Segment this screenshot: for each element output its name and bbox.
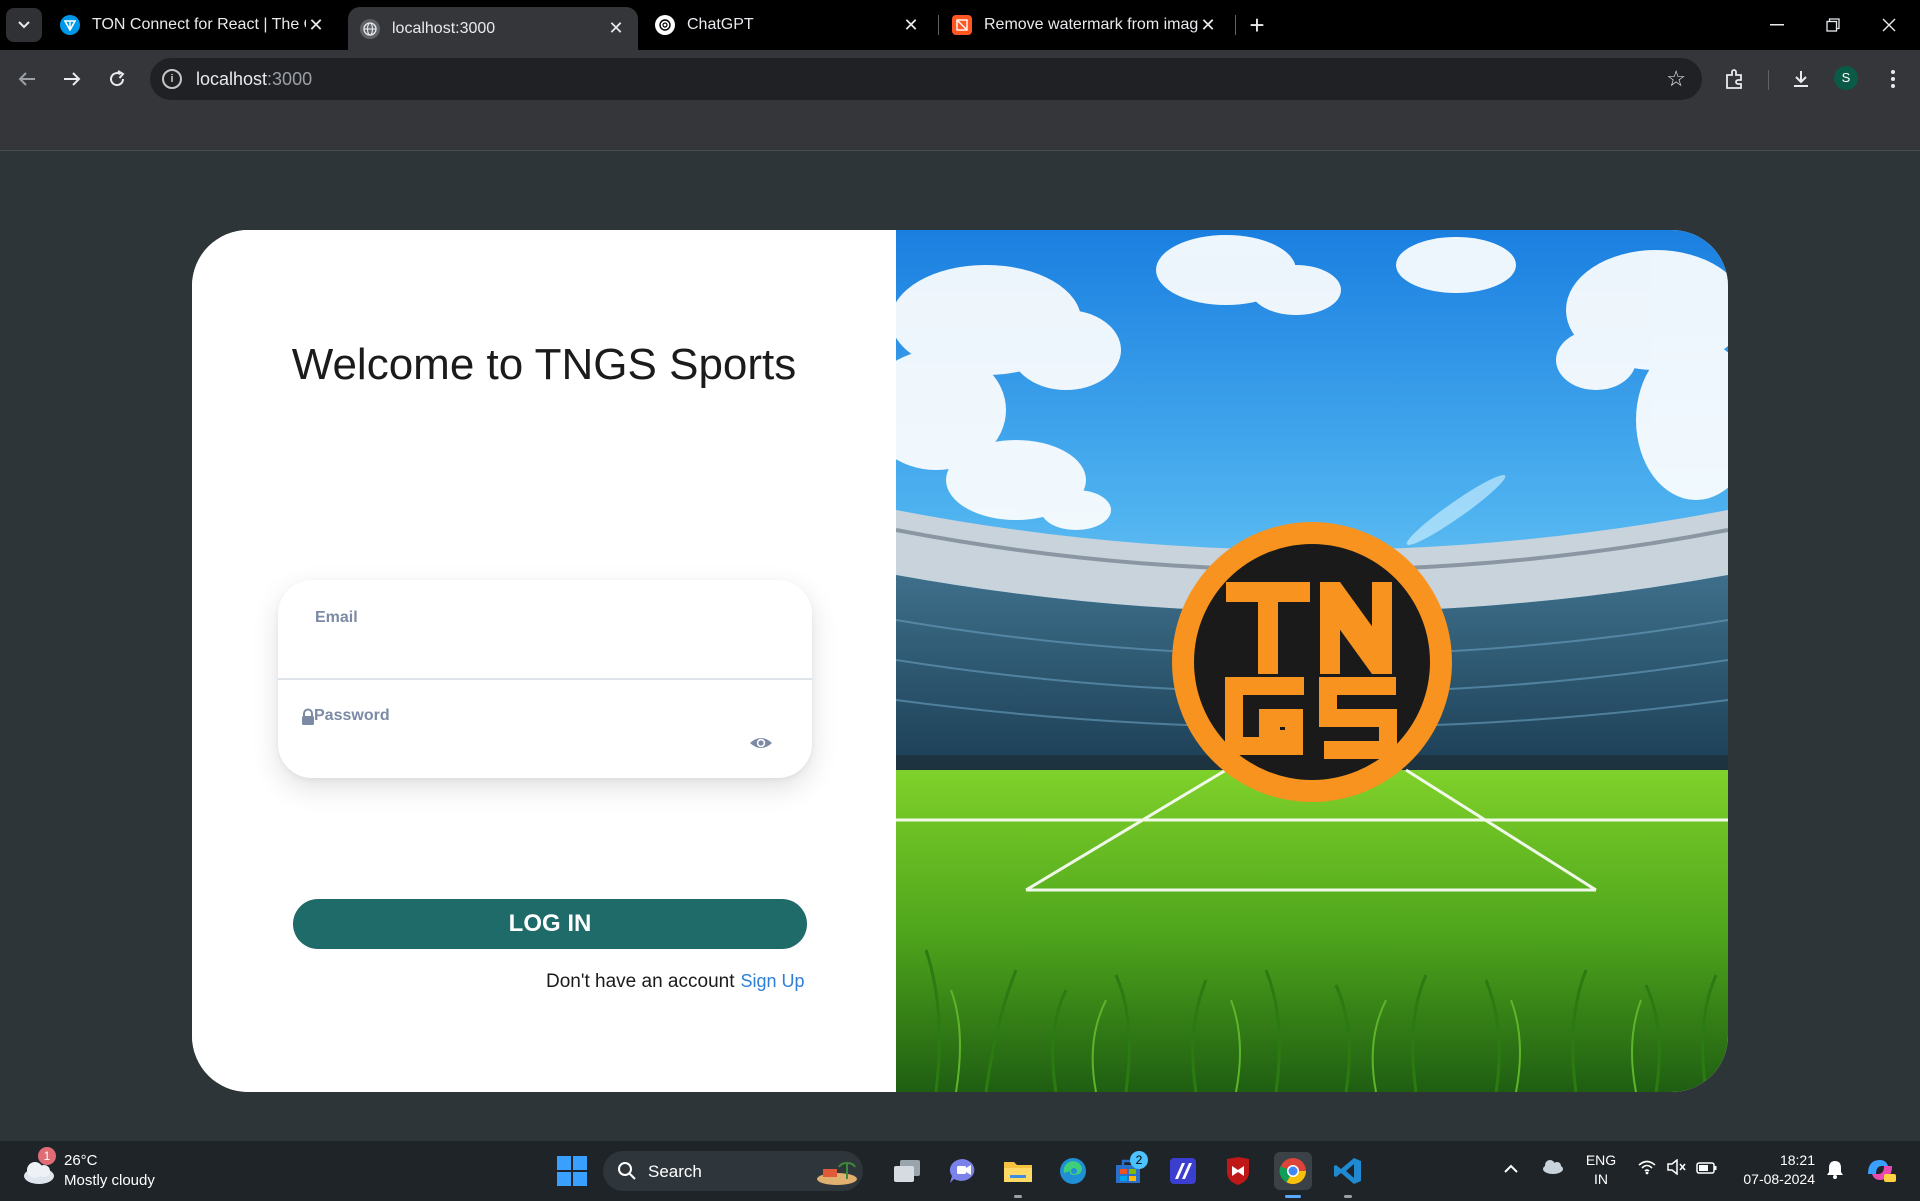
tab-close-icon[interactable]: ✕: [306, 15, 326, 36]
powertoys-icon[interactable]: [1164, 1152, 1202, 1190]
windows-start-icon[interactable]: [556, 1155, 588, 1187]
onedrive-cloud-icon[interactable]: [1541, 1157, 1565, 1180]
tab-remove-watermark[interactable]: Remove watermark from image ✕: [940, 0, 1230, 50]
window-close-icon[interactable]: [1861, 0, 1917, 50]
watermark-favicon-icon: [952, 15, 972, 35]
browser-tab-strip: TON Connect for React | The Op ✕ localho…: [0, 0, 1920, 50]
restore-icon[interactable]: [1805, 0, 1861, 50]
chevron-up-icon[interactable]: [1503, 1159, 1519, 1179]
menu-kebab-icon[interactable]: [1876, 62, 1910, 96]
tab-close-icon[interactable]: ✕: [1198, 15, 1218, 36]
tab-ton-connect[interactable]: TON Connect for React | The Op ✕: [48, 0, 338, 50]
forward-arrow-icon[interactable]: [55, 62, 89, 96]
mcafee-shield-icon[interactable]: [1219, 1152, 1257, 1190]
url-host: localhost: [196, 69, 268, 89]
clock-time: 18:21: [1779, 1152, 1815, 1168]
download-icon[interactable]: [1784, 62, 1818, 96]
taskbar-search-box[interactable]: Search: [603, 1151, 863, 1191]
chatgpt-favicon-icon: [655, 15, 675, 35]
ton-favicon-icon: [60, 15, 80, 35]
stadium-hero-image: [896, 230, 1728, 1092]
profile-avatar[interactable]: S: [1834, 66, 1858, 90]
signup-link[interactable]: Sign Up: [740, 971, 804, 991]
bookmark-star-icon[interactable]: ☆: [1666, 66, 1686, 92]
url-port: :3000: [267, 69, 313, 89]
tab-chatgpt[interactable]: ChatGPT ✕: [643, 0, 933, 50]
file-explorer-icon[interactable]: [999, 1152, 1037, 1190]
region-code: IN: [1594, 1171, 1608, 1187]
signup-prompt: Don't have an account: [546, 971, 735, 992]
extensions-puzzle-icon[interactable]: [1718, 62, 1752, 96]
minimize-icon[interactable]: [1749, 0, 1805, 50]
address-bar[interactable]: i localhost:3000 ☆: [150, 58, 1702, 100]
chrome-icon[interactable]: [1274, 1152, 1312, 1190]
wifi-icon[interactable]: [1637, 1159, 1657, 1180]
tab-title: TON Connect for React | The Op: [92, 16, 306, 33]
tab-localhost[interactable]: localhost:3000 ✕: [348, 7, 638, 50]
running-indicator: [1014, 1195, 1022, 1198]
password-field[interactable]: [308, 728, 738, 768]
language-code: ENG: [1585, 1152, 1617, 1168]
tab-title: localhost:3000: [392, 19, 496, 37]
volume-muted-icon[interactable]: [1666, 1158, 1686, 1180]
back-arrow-icon[interactable]: [10, 62, 44, 96]
bookmark-bar: [0, 108, 1920, 151]
login-button[interactable]: LOG IN: [293, 899, 807, 949]
tngs-logo: [1172, 522, 1452, 802]
battery-icon[interactable]: [1696, 1160, 1718, 1180]
login-card: Welcome to TNGS Sports Email Password LO…: [192, 230, 1728, 1092]
globe-favicon-icon: [360, 18, 380, 39]
reload-icon[interactable]: [100, 62, 134, 96]
vscode-icon[interactable]: [1329, 1152, 1367, 1190]
tab-title: Remove watermark from image: [984, 16, 1198, 33]
tab-title: ChatGPT: [687, 16, 754, 33]
new-tab-plus-icon[interactable]: +: [1242, 10, 1272, 40]
email-label: Email: [315, 609, 358, 626]
search-highlight-icon: [817, 1162, 857, 1185]
toolbar-divider: [1768, 70, 1769, 90]
running-indicator: [1344, 1195, 1352, 1198]
login-panel: Welcome to TNGS Sports Email Password LO…: [192, 230, 896, 1092]
search-label: Search: [648, 1162, 702, 1181]
browser-toolbar: i localhost:3000 ☆: [0, 50, 1920, 108]
chevron-down-icon: [18, 21, 30, 29]
eye-icon[interactable]: [748, 734, 774, 752]
tab-search-button[interactable]: [6, 8, 42, 42]
weather-alert-badge: 1: [38, 1147, 56, 1165]
task-view-icon[interactable]: [888, 1152, 926, 1190]
site-info-icon[interactable]: i: [162, 69, 182, 89]
stadium-illustration: [896, 230, 1728, 1092]
signup-row: Don't have an account Sign Up: [546, 971, 805, 993]
edge-icon[interactable]: [1054, 1152, 1092, 1190]
teams-chat-icon[interactable]: [944, 1152, 982, 1190]
clock-date: 07-08-2024: [1743, 1171, 1815, 1187]
tab-separator: [938, 15, 939, 35]
store-notification-badge: 2: [1130, 1151, 1148, 1169]
password-label: Password: [314, 707, 390, 724]
page-title: Welcome to TNGS Sports: [291, 340, 797, 389]
weather-description[interactable]: Mostly cloudy: [64, 1172, 155, 1189]
field-divider: [278, 678, 812, 680]
windows-taskbar: 1 26°C Mostly cloudy Search 2 ENG IN 18:…: [0, 1140, 1920, 1201]
copilot-icon[interactable]: [1864, 1154, 1896, 1191]
email-field[interactable]: [308, 630, 782, 670]
language-indicator[interactable]: ENG IN: [1583, 1151, 1619, 1189]
tab-close-icon[interactable]: ✕: [901, 15, 921, 36]
active-app-indicator: [1285, 1195, 1301, 1198]
login-form: Email Password: [278, 580, 812, 778]
url-text: localhost:3000: [196, 69, 312, 90]
tab-close-icon[interactable]: ✕: [606, 18, 626, 39]
tab-separator: [1235, 15, 1236, 35]
weather-temperature[interactable]: 26°C: [64, 1152, 98, 1169]
system-clock[interactable]: 18:21 07-08-2024: [1735, 1151, 1815, 1189]
notification-bell-icon[interactable]: [1826, 1159, 1844, 1184]
search-icon: [618, 1162, 636, 1180]
